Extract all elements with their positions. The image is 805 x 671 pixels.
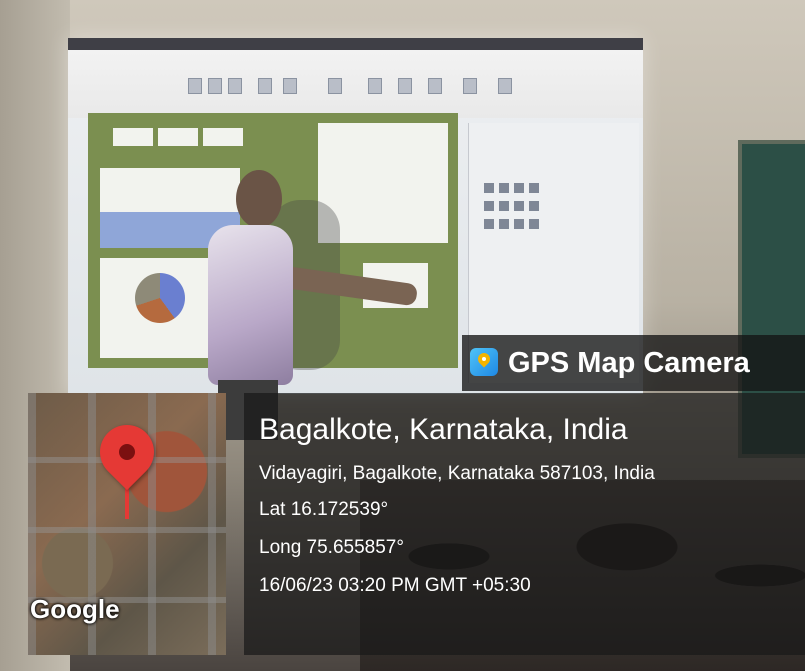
visual-icon (499, 183, 509, 193)
visual-icon (484, 183, 494, 193)
pie-chart (135, 273, 185, 323)
ribbon-tool-icon (398, 78, 412, 94)
visual-icon (514, 183, 524, 193)
ribbon-tool-icon (208, 78, 222, 94)
presenter (198, 170, 419, 440)
slicer-card (158, 128, 198, 146)
visual-icon (499, 219, 509, 229)
visual-icon (499, 201, 509, 211)
projected-ribbon (68, 38, 643, 118)
ribbon-tool-icon (228, 78, 242, 94)
ribbon-tool-icon (258, 78, 272, 94)
slicer-card (203, 128, 243, 146)
pie-chart-card (100, 258, 210, 358)
logo-pin-dot (482, 357, 486, 361)
visual-icon (529, 201, 539, 211)
ribbon-tool-icon (428, 78, 442, 94)
google-attribution: Google (30, 594, 120, 624)
ribbon-tool-icon (463, 78, 477, 94)
visual-icon (484, 201, 494, 211)
map-pin-center (119, 444, 135, 460)
classroom-photo: GPS Map Camera Google Bagalkote, Karnata… (0, 0, 805, 671)
presenter-torso (208, 225, 293, 385)
visual-icon (514, 219, 524, 229)
address-line: Vidayagiri, Bagalkote, Karnataka 587103,… (259, 463, 655, 484)
presenter-head (236, 170, 282, 228)
ribbon-tool-icon (368, 78, 382, 94)
visual-icon (514, 201, 524, 211)
visual-icon (529, 219, 539, 229)
gps-map-camera-logo-icon (470, 348, 498, 376)
longitude: Long 75.655857° (259, 537, 404, 558)
latitude: Lat 16.172539° (259, 499, 389, 520)
ribbon-tool-icon (328, 78, 342, 94)
datetime: 16/06/23 03:20 PM GMT +05:30 (259, 575, 531, 596)
gps-header: GPS Map Camera (462, 335, 805, 391)
place-name: Bagalkote, Karnataka, India (259, 413, 628, 446)
ribbon-tool-icon (498, 78, 512, 94)
map-thumbnail: Google (28, 393, 226, 655)
visual-icon (529, 183, 539, 193)
ribbon-tool-icon (188, 78, 202, 94)
visual-icon (484, 219, 494, 229)
gps-brand-title: GPS Map Camera (508, 347, 750, 379)
ribbon-tool-icon (283, 78, 297, 94)
location-info-panel: Bagalkote, Karnataka, India Vidayagiri, … (244, 393, 805, 655)
slicer-card (113, 128, 153, 146)
